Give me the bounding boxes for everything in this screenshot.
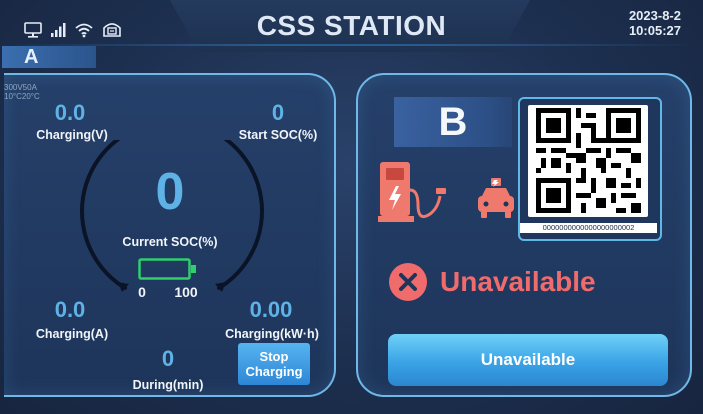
soc-max-label: 100 (174, 284, 198, 300)
current-soc-value: 0 (155, 163, 185, 221)
start-soc-value: 0 (271, 100, 285, 125)
stop-charging-button[interactable]: Stop Charging (238, 343, 310, 385)
soc-min-label: 0 (138, 284, 146, 300)
charging-current-label: Charging(A) (35, 327, 109, 341)
connector-a-tab[interactable]: A (2, 46, 96, 68)
charger-station-icon (378, 162, 446, 222)
connector-b-status: Unavailable (388, 262, 596, 302)
current-date: 2023-8-2 (628, 8, 681, 23)
vehicle-icon (478, 178, 514, 218)
connector-a-spec-note: 300V50A 10°C20°C (4, 83, 40, 101)
stop-button-line2: Charging (245, 364, 303, 379)
header-bar: CSS STATION 2023-8-2 10:05:27 (0, 0, 703, 52)
battery-icon (138, 258, 196, 280)
charging-current-value: 0.0 (54, 297, 86, 322)
duration-label: During(min) (132, 378, 204, 392)
current-soc-label: Current SOC(%) (122, 235, 218, 249)
connector-b-label: B (394, 97, 512, 147)
charging-energy-label: Charging(kW·h) (225, 327, 319, 341)
charging-energy-value: 0.00 (249, 297, 293, 322)
close-circle-icon (389, 263, 427, 301)
status-text: Unavailable (440, 266, 596, 297)
header-divider (0, 44, 703, 46)
date-time: 2023-8-2 10:05:27 (629, 8, 681, 38)
unavailable-button[interactable]: Unavailable (388, 334, 668, 386)
spec-temperature: 10°C20°C (4, 92, 40, 101)
qr-code-icon (536, 108, 641, 213)
duration-value: 0 (161, 346, 175, 371)
page-title: CSS STATION (256, 10, 447, 41)
spec-rating: 300V50A (4, 83, 37, 92)
current-time: 10:05:27 (628, 23, 681, 38)
stop-button-line1: Stop (259, 349, 289, 364)
charging-voltage-value: 0.0 (54, 100, 86, 125)
qr-code-id: 0000000000000000000002 (520, 223, 657, 233)
